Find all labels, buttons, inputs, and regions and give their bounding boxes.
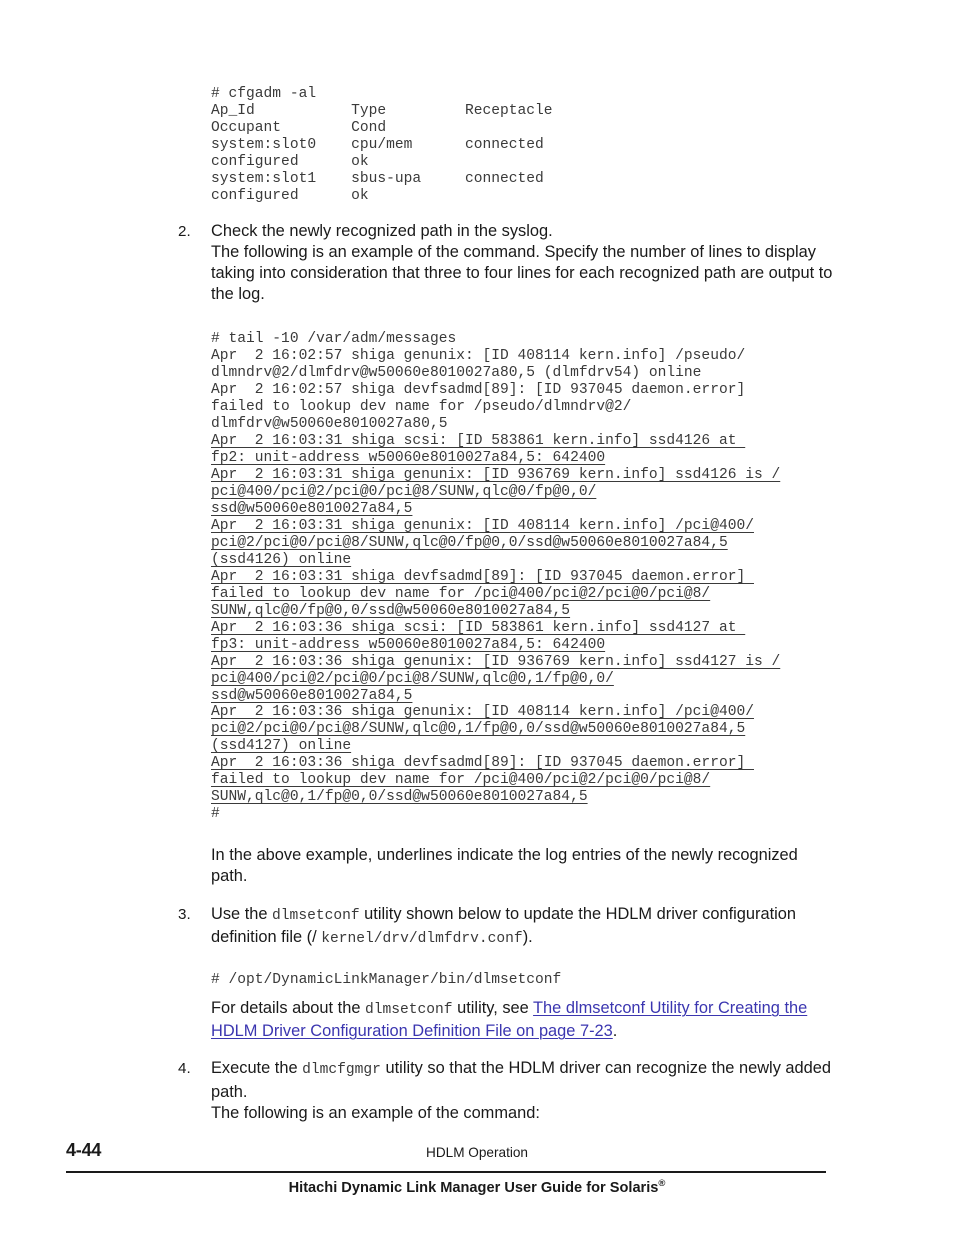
log-line-underlined: ssd@w50060e8010027a84,5	[211, 687, 413, 704]
step-2-body: The following is an example of the comma…	[211, 242, 833, 304]
details-mono-dlmsetconf: dlmsetconf	[364, 1001, 453, 1018]
log-line-underlined: fp2: unit-address w50060e8010027a84,5: 6…	[211, 450, 606, 467]
log-line-underlined: (ssd4127) online	[211, 738, 352, 755]
page-content: # cfgadm -al Ap_Id Type Receptacle Occupan…	[178, 86, 838, 1124]
log-line-underlined: pci@2/pci@0/pci@8/SUNW,qlc@0,1/fp@0,0/ss…	[211, 721, 746, 738]
step-4-body: The following is an example of the comma…	[211, 1103, 540, 1122]
details-text-part-1: For details about the	[211, 998, 365, 1017]
log-line: system:slot1 sbus-upa connected	[211, 170, 544, 187]
log-line: configured ok	[211, 187, 369, 204]
list-item-step-2: 2. Check the newly recognized path in th…	[178, 221, 838, 306]
log-line-underlined: failed to lookup dev name for /pci@400/p…	[211, 585, 711, 602]
list-item-step-3: 3. Use the dlmsetconf utility shown belo…	[178, 904, 838, 950]
guide-title-text: Hitachi Dynamic Link Manager User Guide …	[288, 1179, 659, 1196]
log-line-underlined: Apr 2 16:03:31 shiga devfsadmd[89]: [ID …	[211, 568, 754, 585]
log-line-underlined: Apr 2 16:03:36 shiga genunix: [ID 408114…	[211, 704, 754, 721]
page-footer: 4-44 HDLM Operation Hitachi Dynamic Link…	[0, 1140, 954, 1220]
step-4-mono-dlmcfgmgr: dlmcfgmgr	[302, 1062, 381, 1079]
footer-divider	[66, 1171, 826, 1173]
log-line-underlined: pci@400/pci@2/pci@0/pci@8/SUNW,qlc@0/fp@…	[211, 484, 597, 501]
log-line-underlined: Apr 2 16:03:36 shiga genunix: [ID 936769…	[211, 653, 781, 670]
cfgadm-code-block: # cfgadm -al Ap_Id Type Receptacle Occupan…	[211, 86, 838, 205]
log-line: system:slot0 cpu/mem connected	[211, 136, 544, 153]
step-2-number: 2.	[178, 222, 191, 240]
log-line-underlined: fp3: unit-address w50060e8010027a84,5: 6…	[211, 636, 606, 653]
document-page: # cfgadm -al Ap_Id Type Receptacle Occupan…	[0, 0, 954, 1235]
log-line: Apr 2 16:02:57 shiga devfsadmd[89]: [ID …	[211, 382, 746, 399]
step-4-text: Execute the dlmcfgmgr utility so that th…	[211, 1058, 838, 1102]
log-line-underlined: failed to lookup dev name for /pci@400/p…	[211, 772, 711, 789]
log-line: dlmndrv@2/dlmfdrv@w50060e8010027a80,5 (d…	[211, 365, 702, 382]
log-line-underlined: Apr 2 16:03:36 shiga devfsadmd[89]: [ID …	[211, 755, 754, 772]
step-3-mono-conf-path: kernel/drv/dlmfdrv.conf	[321, 930, 523, 947]
log-line: # tail -10 /var/adm/messages	[211, 331, 457, 348]
details-text-part-2: utility, see	[452, 998, 534, 1017]
log-line-underlined: SUNW,qlc@0,1/fp@0,0/ssd@w50060e8010027a8…	[211, 789, 588, 806]
log-line-underlined: Apr 2 16:03:31 shiga scsi: [ID 583861 ke…	[211, 433, 746, 450]
step-3-text: Use the dlmsetconf utility shown below t…	[211, 904, 838, 950]
step-3-details: For details about the dlmsetconf utility…	[211, 998, 838, 1042]
log-line-underlined: (ssd4126) online	[211, 551, 352, 568]
log-line: # cfgadm -al	[211, 86, 317, 102]
log-line-underlined: Apr 2 16:03:36 shiga scsi: [ID 583861 ke…	[211, 619, 746, 636]
log-line: Ap_Id Type Receptacle	[211, 102, 553, 119]
step-4-number: 4.	[178, 1060, 191, 1078]
log-line-underlined: Apr 2 16:03:31 shiga genunix: [ID 936769…	[211, 467, 781, 484]
log-line: Apr 2 16:02:57 shiga genunix: [ID 408114…	[211, 348, 746, 365]
step-3-mono-dlmsetconf: dlmsetconf	[272, 907, 360, 924]
step-3-text-part-1: Use the	[211, 904, 273, 923]
log-line: failed to lookup dev name for /pseudo/dl…	[211, 399, 632, 416]
log-line-underlined: pci@2/pci@0/pci@8/SUNW,qlc@0/fp@0,0/ssd@…	[211, 534, 728, 551]
log-line-underlined: Apr 2 16:03:31 shiga genunix: [ID 408114…	[211, 517, 754, 534]
section-title: HDLM Operation	[426, 1145, 528, 1160]
log-line-underlined: ssd@w50060e8010027a84,5	[211, 501, 413, 518]
syslog-code-block: # tail -10 /var/adm/messages Apr 2 16:02:…	[211, 331, 838, 823]
log-line: Occupant Cond	[211, 119, 387, 136]
step-3-number: 3.	[178, 905, 191, 923]
registered-trademark-icon: ®	[658, 1178, 666, 1189]
log-line: #	[211, 806, 220, 823]
step-2-heading: Check the newly recognized path in the s…	[211, 221, 553, 240]
step-3-text-part-3: ).	[522, 927, 533, 946]
log-line-underlined: SUNW,qlc@0/fp@0,0/ssd@w50060e8010027a84,…	[211, 602, 571, 619]
list-item-step-4: 4. Execute the dlmcfgmgr utility so that…	[178, 1058, 838, 1124]
dlmsetconf-command-block: # /opt/DynamicLinkManager/bin/dlmsetconf	[211, 971, 562, 988]
guide-title: Hitachi Dynamic Link Manager User Guide …	[0, 1178, 954, 1196]
step-4-text-part-1: Execute the	[211, 1059, 303, 1078]
details-text-part-3: .	[612, 1022, 618, 1041]
underline-note: In the above example, underlines indicat…	[211, 846, 798, 886]
log-line-underlined: pci@400/pci@2/pci@0/pci@8/SUNW,qlc@0,1/f…	[211, 670, 614, 687]
log-line: dlmfdrv@w50060e8010027a80,5	[211, 416, 448, 433]
log-line: configured ok	[211, 153, 369, 170]
